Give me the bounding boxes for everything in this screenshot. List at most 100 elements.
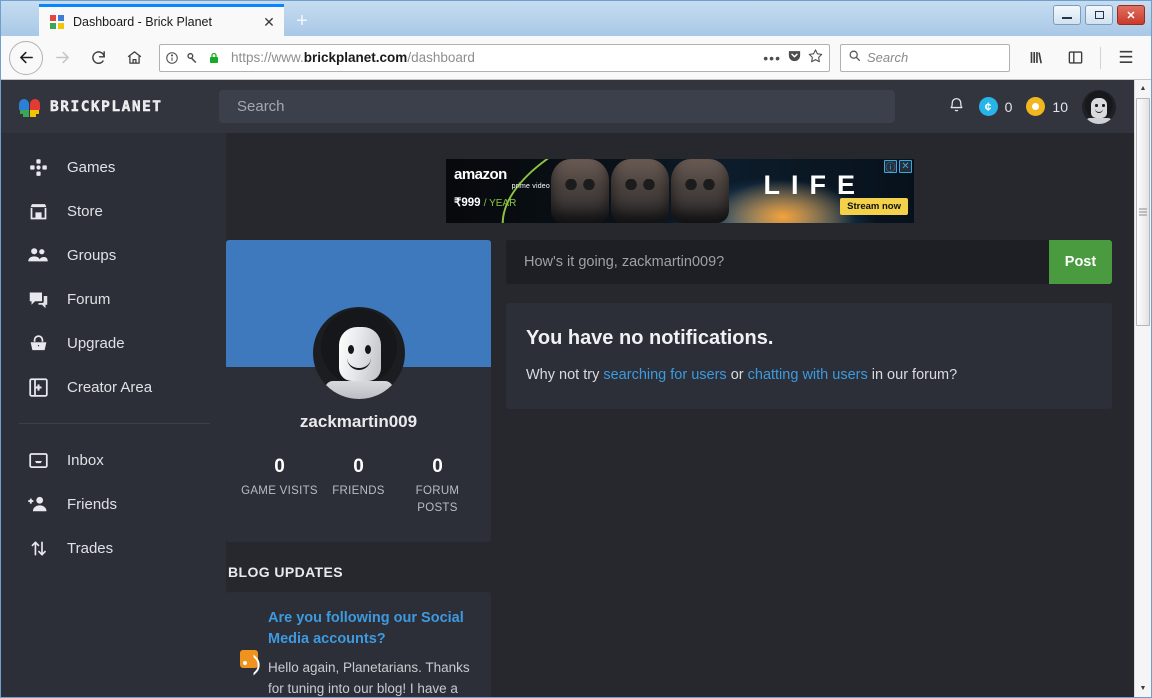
stat-label: FORUM POSTS [415, 485, 460, 514]
ad-cast-image [550, 159, 730, 223]
notifications-subtitle: Why not try searching for users or chatt… [526, 367, 1092, 383]
bits-value: 0 [1004, 98, 1013, 115]
site-search-placeholder: Search [237, 98, 285, 115]
page-viewport: BRICKPLANET Search ¢ 0 10 amazon prime v… [1, 80, 1151, 697]
sidebar-label: Creator Area [67, 378, 153, 396]
close-icon[interactable]: ✕ [260, 13, 278, 31]
stat-value: 0 [432, 456, 443, 477]
sidebar-item-friends[interactable]: Friends [1, 482, 226, 526]
sidebar-item-groups[interactable]: Groups [1, 233, 226, 277]
address-bar[interactable]: https://www.brickplanet.com/dashboard ••… [159, 43, 830, 72]
blog-update-item: Are you following our Social Media accou… [226, 592, 491, 697]
ad-brand-amazon: amazon [454, 166, 507, 183]
bits-coin-icon: ¢ [978, 97, 998, 116]
page-scrollbar[interactable]: ▲ ▼ [1134, 80, 1151, 697]
sidebar-label: Inbox [67, 451, 104, 469]
browser-search-placeholder: Search [867, 50, 909, 65]
page-actions-icon[interactable]: ••• [763, 50, 781, 66]
ad-info-icon[interactable]: ⓘ [884, 160, 897, 174]
scroll-up-arrow[interactable]: ▲ [1135, 80, 1151, 97]
forward-button[interactable] [45, 41, 79, 75]
window-close-button[interactable]: ✕ [1117, 5, 1145, 25]
sidebar-label: Store [67, 202, 103, 220]
site-search-input[interactable]: Search [219, 90, 895, 123]
page-info-icon[interactable] [164, 51, 180, 65]
avatar[interactable] [1082, 89, 1116, 124]
sidebar-label: Groups [67, 246, 117, 264]
right-column: How's it going, zackmartin009? Post You … [506, 240, 1134, 697]
maximize-button[interactable] [1085, 5, 1113, 25]
post-button[interactable]: Post [1049, 240, 1112, 284]
back-button[interactable] [9, 40, 43, 75]
store-icon [27, 201, 49, 222]
upgrade-basket-icon [27, 333, 49, 354]
scroll-down-arrow[interactable]: ▼ [1135, 680, 1151, 697]
stat-forum-posts: 0 FORUM POSTS [398, 456, 477, 516]
sidebar-item-store[interactable]: Store [1, 189, 226, 233]
blog-post-title[interactable]: Are you following our Social Media accou… [268, 608, 475, 650]
profile-avatar[interactable] [312, 307, 405, 399]
notif-prefix: Why not try [526, 367, 604, 383]
blog-post-excerpt: Hello again, Planetarians. Thanks for tu… [268, 660, 470, 696]
ad-brand-block: amazon prime video ₹999 / YEAR [454, 167, 550, 209]
browser-search-box[interactable]: Search [840, 43, 1010, 72]
bookmark-star-icon[interactable] [808, 48, 823, 68]
search-icon [848, 49, 861, 67]
brick-planet-heart-icon [19, 97, 41, 117]
sidebar-item-upgrade[interactable]: Upgrade [1, 321, 226, 365]
sidebar-item-forum[interactable]: Forum [1, 277, 226, 321]
brick-planet-favicon [49, 14, 65, 30]
reload-button[interactable] [81, 41, 115, 75]
minimize-button[interactable] [1053, 5, 1081, 25]
main-content: amazon prime video ₹999 / YEAR LIFE Stre… [226, 133, 1134, 697]
sidebar-label: Friends [67, 495, 118, 513]
sidebar-label: Trades [67, 539, 114, 557]
tab-title: Dashboard - Brick Planet [73, 14, 212, 29]
status-input[interactable]: How's it going, zackmartin009? [506, 240, 1049, 284]
gamepad-icon [27, 157, 49, 178]
bucks-balance[interactable]: 10 [1026, 97, 1068, 116]
hamburger-menu-icon[interactable]: ☰ [1109, 41, 1143, 75]
sidebar-item-trades[interactable]: Trades [1, 526, 226, 570]
scrollbar-thumb[interactable] [1136, 98, 1150, 326]
amazon-prime-video-ad[interactable]: amazon prime video ₹999 / YEAR LIFE Stre… [446, 159, 914, 223]
status-composer: How's it going, zackmartin009? Post [506, 240, 1112, 284]
bell-icon[interactable] [948, 96, 965, 117]
stat-label: FRIENDS [332, 485, 385, 497]
stat-value: 0 [353, 456, 364, 477]
ad-movie-title: LIFE [763, 170, 866, 200]
browser-tab-dashboard[interactable]: Dashboard - Brick Planet ✕ [39, 4, 284, 36]
sidebar-icon[interactable] [1058, 41, 1092, 75]
ad-close-icon[interactable]: ✕ [899, 160, 912, 173]
permissions-key-icon[interactable] [185, 51, 201, 65]
forum-icon [27, 289, 49, 310]
chat-users-link[interactable]: chatting with users [748, 367, 868, 383]
sidebar-item-games[interactable]: Games [1, 145, 226, 189]
page-body: amazon prime video ₹999 / YEAR LIFE Stre… [1, 133, 1134, 697]
left-column: zackmartin009 0 GAME VISITS 0 FRIENDS 0 … [226, 240, 491, 697]
bucks-value: 10 [1052, 98, 1068, 115]
blog-updates-heading: BLOG UPDATES [228, 564, 343, 581]
brand-name: BRICKPLANET [50, 98, 163, 115]
url-text[interactable]: https://www.brickplanet.com/dashboard [227, 50, 758, 65]
ad-cta-button[interactable]: Stream now [840, 198, 908, 215]
sidebar-item-inbox[interactable]: Inbox [1, 438, 226, 482]
notifications-title: You have no notifications. [526, 327, 774, 349]
inbox-icon [27, 450, 49, 471]
sidebar-item-creator-area[interactable]: Creator Area [1, 365, 226, 409]
add-friend-icon [27, 494, 49, 515]
sidebar-label: Upgrade [67, 334, 125, 352]
sidebar-label: Games [67, 158, 116, 176]
new-tab-button[interactable]: + [286, 6, 318, 36]
browser-window: Dashboard - Brick Planet ✕ + ✕ https://w… [0, 0, 1152, 698]
lock-icon [206, 51, 222, 65]
search-users-link[interactable]: searching for users [603, 367, 726, 383]
ad-choices-controls: ⓘ ✕ [884, 160, 912, 174]
bits-balance[interactable]: ¢ 0 [978, 97, 1013, 116]
sidebar-label: Forum [67, 290, 111, 308]
pocket-icon[interactable] [787, 48, 802, 68]
home-button[interactable] [117, 41, 151, 75]
groups-icon [27, 245, 49, 266]
library-icon[interactable] [1020, 41, 1054, 75]
site-logo[interactable]: BRICKPLANET [19, 97, 219, 117]
